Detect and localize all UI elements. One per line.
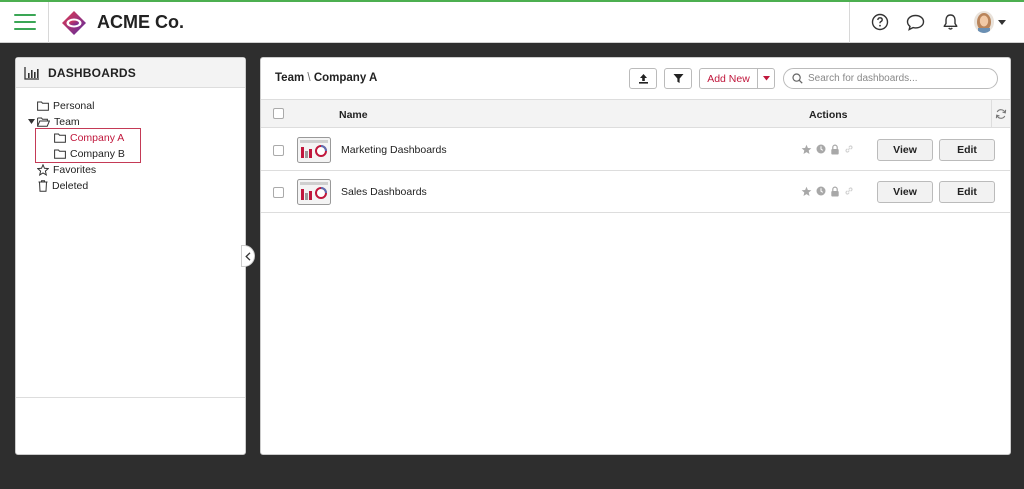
brand-name: ACME Co. (97, 12, 184, 32)
table-row: Marketing Dashboards View Edit (261, 129, 1010, 171)
breadcrumb: Team \ Company A (275, 72, 377, 84)
row-checkbox[interactable] (273, 187, 284, 198)
account-dropdown-icon[interactable] (998, 19, 1006, 25)
sidebar-item-label: Personal (53, 100, 95, 112)
edit-button[interactable]: Edit (939, 139, 995, 161)
breadcrumb-current: Company A (313, 72, 378, 84)
search-input[interactable] (808, 73, 988, 84)
sidebar-header: DASHBOARDS (16, 58, 245, 88)
search-icon (792, 73, 803, 84)
selection-highlight (35, 128, 141, 163)
chat-icon[interactable] (904, 11, 926, 33)
table-header: Name Actions (261, 100, 1010, 128)
collapse-sidebar-button[interactable] (241, 245, 255, 267)
row-action-icons (801, 186, 858, 197)
chevron-left-icon (245, 251, 251, 261)
sidebar-title: DASHBOARDS (48, 65, 137, 80)
column-header-name[interactable]: Name (339, 109, 368, 121)
add-new-button[interactable]: Add New (699, 68, 775, 89)
list-toolbar: Team \ Company A Add New (261, 58, 1010, 100)
row-checkbox[interactable] (273, 145, 284, 156)
row-action-icons (801, 144, 858, 155)
add-new-label[interactable]: Add New (700, 69, 758, 88)
caret-down-icon[interactable] (28, 119, 35, 125)
folder-icon (37, 101, 49, 111)
dashboard-name[interactable]: Marketing Dashboards (341, 144, 447, 156)
link-icon[interactable] (844, 186, 854, 197)
view-button[interactable]: View (877, 181, 933, 203)
dashboards-sidebar: DASHBOARDS Personal Team Company A Compa… (15, 57, 246, 455)
filter-button[interactable] (664, 68, 692, 89)
clock-icon[interactable] (816, 144, 826, 155)
breadcrumb-separator: \ (307, 72, 311, 84)
column-header-actions: Actions (809, 109, 848, 121)
dashboard-thumbnail-icon (297, 137, 331, 163)
sidebar-item-personal[interactable]: Personal (37, 98, 125, 114)
lock-icon[interactable] (830, 144, 840, 155)
menu-icon[interactable] (14, 14, 36, 31)
star-icon[interactable] (801, 144, 812, 155)
lock-icon[interactable] (830, 186, 840, 197)
refresh-icon (995, 109, 1007, 119)
bell-icon[interactable] (939, 11, 961, 33)
avatar[interactable] (974, 11, 994, 33)
star-icon (37, 164, 49, 176)
help-icon[interactable] (869, 11, 891, 33)
breadcrumb-team[interactable]: Team (275, 72, 304, 84)
dashboard-name[interactable]: Sales Dashboards (341, 186, 427, 198)
trash-icon (38, 180, 48, 192)
sidebar-item-favorites[interactable]: Favorites (37, 162, 125, 178)
upload-button[interactable] (629, 68, 657, 89)
link-icon[interactable] (844, 144, 854, 155)
sidebar-item-label: Deleted (52, 180, 89, 192)
star-icon[interactable] (801, 186, 812, 197)
divider (16, 397, 245, 398)
refresh-button[interactable] (991, 100, 1010, 128)
sidebar-item-label: Team (54, 116, 80, 128)
divider (849, 2, 850, 43)
add-new-dropdown[interactable] (758, 69, 774, 88)
upload-icon (638, 74, 648, 84)
clock-icon[interactable] (816, 186, 826, 197)
acme-logo-icon (62, 11, 86, 35)
sidebar-item-deleted[interactable]: Deleted (38, 178, 125, 194)
edit-button[interactable]: Edit (939, 181, 995, 203)
divider (48, 2, 49, 43)
sidebar-item-label: Favorites (53, 164, 97, 176)
dashboards-list-panel: Team \ Company A Add New Name Actions (260, 57, 1011, 455)
caret-down-icon (762, 76, 770, 81)
dashboard-thumbnail-icon (297, 179, 331, 205)
table-row: Sales Dashboards View Edit (261, 171, 1010, 213)
filter-icon (673, 74, 683, 83)
view-button[interactable]: View (877, 139, 933, 161)
bar-chart-icon (24, 66, 39, 80)
select-all-checkbox[interactable] (273, 108, 284, 119)
header-actions (856, 11, 1006, 33)
folder-open-icon (37, 117, 50, 127)
top-bar: ACME Co. (0, 0, 1024, 43)
search-box (783, 68, 998, 89)
